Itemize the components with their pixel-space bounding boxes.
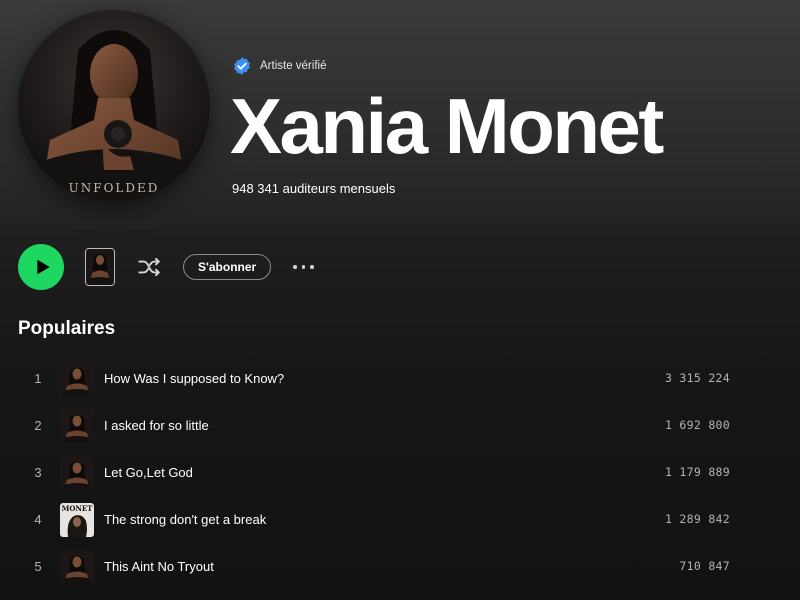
album-art-monet: MONET xyxy=(60,503,94,537)
track-title: This Aint No Tryout xyxy=(104,559,214,574)
album-art-caption: MONET xyxy=(62,504,94,513)
play-icon xyxy=(36,259,50,275)
artist-avatar: UNFOLDED xyxy=(18,10,210,202)
shuffle-icon xyxy=(138,257,160,277)
verified-label: Artiste vérifié xyxy=(260,60,327,72)
thumbnail-image xyxy=(86,249,114,285)
track-play-count: 1 179 889 xyxy=(664,465,730,479)
track-number: 2 xyxy=(34,418,42,433)
artist-name: Xania Monet xyxy=(230,82,664,170)
track-title: The strong don't get a break xyxy=(104,512,267,527)
track-play-count: 710 847 xyxy=(679,559,730,573)
track-album-art: MONET xyxy=(60,503,94,537)
track-number: 1 xyxy=(34,371,42,386)
more-options-icon[interactable] xyxy=(293,257,314,277)
track-row[interactable]: 2 I asked for so little 1 692 800 xyxy=(0,403,800,450)
track-play-count: 3 315 224 xyxy=(664,371,730,385)
monthly-listeners: 948 341 auditeurs mensuels xyxy=(232,181,396,196)
popular-track-list: 1 How Was I supposed to Know? 3 315 224 … xyxy=(0,356,800,591)
track-title: How Was I supposed to Know? xyxy=(104,371,285,386)
album-art-unfolded xyxy=(60,456,94,490)
track-number: 4 xyxy=(34,512,42,527)
track-album-art xyxy=(60,456,94,490)
follow-button[interactable]: S'abonner xyxy=(183,254,272,280)
shuffle-button[interactable] xyxy=(136,254,162,280)
verified-artist: Artiste vérifié xyxy=(232,56,326,76)
avatar-image: UNFOLDED xyxy=(18,10,210,202)
album-art-unfolded xyxy=(60,409,94,443)
track-play-count: 1 289 842 xyxy=(664,512,730,526)
track-row[interactable]: 1 How Was I supposed to Know? 3 315 224 xyxy=(0,356,800,403)
now-playing-thumbnail[interactable] xyxy=(85,248,115,286)
track-title: I asked for so little xyxy=(104,418,209,433)
track-row[interactable]: 4 MONET The strong don't get a break 1 2… xyxy=(0,497,800,544)
track-album-art xyxy=(60,362,94,396)
verified-badge-icon xyxy=(234,57,250,75)
track-play-count: 1 692 800 xyxy=(664,418,730,432)
album-art-unfolded xyxy=(60,362,94,396)
track-row[interactable]: 5 This Aint No Tryout 710 847 xyxy=(0,544,800,591)
action-bar: S'abonner xyxy=(18,244,314,290)
track-title: Let Go,Let God xyxy=(104,465,193,480)
avatar-caption: UNFOLDED xyxy=(69,181,160,195)
track-number: 5 xyxy=(34,559,42,574)
track-number: 3 xyxy=(34,465,42,480)
track-row[interactable]: 3 Let Go,Let God 1 179 889 xyxy=(0,450,800,497)
track-album-art xyxy=(60,550,94,584)
popular-section-title: Populaires xyxy=(18,318,116,339)
track-album-art xyxy=(60,409,94,443)
album-art-unfolded xyxy=(60,550,94,584)
play-button[interactable] xyxy=(18,244,64,290)
